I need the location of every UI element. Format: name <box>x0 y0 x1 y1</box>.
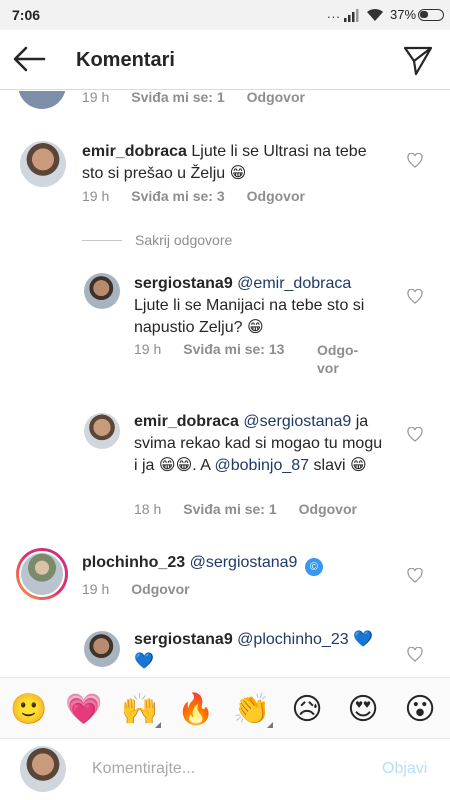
comment-text: emir_dobraca @sergiostana9 ja svima reka… <box>134 411 384 477</box>
comment-reply: sergiostana9 @plochinho_23 💙 💙 <box>0 629 450 677</box>
status-time: 7:06 <box>12 7 41 23</box>
heart-icon[interactable] <box>407 427 423 442</box>
battery-icon <box>418 9 444 21</box>
emoji-surprised-button[interactable]: 😮 <box>402 692 438 728</box>
skin-tone-indicator <box>267 722 273 728</box>
wifi-icon <box>367 8 383 21</box>
comment-time: 19 h <box>82 91 110 105</box>
page-title: Komentari <box>76 49 175 71</box>
heart-emoji: 💙 <box>134 653 154 670</box>
comment-username[interactable]: sergiostana9 <box>134 631 233 648</box>
comment-likes[interactable]: Sviđa mi se: 3 <box>131 188 224 204</box>
battery-percent: 37% <box>390 7 417 22</box>
arrow-left-icon[interactable] <box>12 44 46 74</box>
comment-composer: Komentirajte... Objavi <box>0 740 450 800</box>
status-bar: 7:06 ... 37% <box>0 0 450 30</box>
post-button[interactable]: Objavi <box>382 760 427 778</box>
comment-time: 18 h <box>134 501 162 517</box>
comment-meta: 19 h Sviđa mi se: 1 Odgovor <box>82 91 305 105</box>
comment-meta: 19 h Sviđa mi se: 3 Odgovor <box>82 188 305 204</box>
comment-time: 19 h <box>82 188 110 204</box>
emoji-heart-eyes-button[interactable]: 😍 <box>345 692 381 728</box>
app-header: Komentari <box>0 30 450 90</box>
emoji-bar: 🙂 💗 🙌 🔥 👏 😥 😍 😮 <box>0 677 450 739</box>
reply-button[interactable]: Odgo- vor <box>317 341 358 377</box>
reply-button[interactable]: Odgovor <box>247 91 305 105</box>
comment-time: 19 h <box>134 341 162 357</box>
comment-meta: 18 h Sviđa mi se: 1 Odgovor <box>134 501 357 517</box>
comment-likes[interactable]: Sviđa mi se: 1 <box>183 501 276 517</box>
comment-time: 19 h <box>82 581 110 597</box>
emoji-smile-button[interactable]: 🙂 <box>10 692 47 728</box>
reply-button[interactable]: Odgovor <box>247 188 305 204</box>
comment-partial: 19 h Sviđa mi se: 1 Odgovor <box>0 91 450 111</box>
emoji-glyph: 👏 <box>233 693 271 726</box>
heart-icon[interactable] <box>407 153 423 168</box>
comment-username[interactable]: emir_dobraca <box>134 413 239 430</box>
comment-username[interactable]: sergiostana9 <box>134 275 233 292</box>
comment-body: Ljute li se Manijaci na tebe sto si napu… <box>134 297 365 336</box>
comment-input[interactable]: Komentirajte... <box>92 760 195 778</box>
comment-mention[interactable]: @sergiostana9 <box>243 413 351 430</box>
signal-icon <box>344 9 359 22</box>
reply-label-line1: Odgo- <box>317 342 359 358</box>
comment-username[interactable]: emir_dobraca <box>82 143 187 160</box>
comment-mention[interactable]: @plochinho_23 <box>237 631 348 648</box>
comment-body: slavi 😁 <box>313 457 367 474</box>
hide-replies-label: Sakrij odgovore <box>135 232 233 248</box>
comment-text: sergiostana9 @plochinho_23 💙 💙 <box>134 629 394 673</box>
comment: emir_dobraca Ljute li se Ultrasi na tebe… <box>0 131 450 211</box>
emoji-fire-button[interactable]: 🔥 <box>177 692 214 728</box>
avatar[interactable] <box>84 273 120 309</box>
emoji-sad-button[interactable]: 😥 <box>289 692 325 728</box>
emoji-glyph: 🙌 <box>121 693 159 726</box>
my-avatar <box>20 746 66 792</box>
comment-meta: 19 h Odgovor <box>82 581 190 597</box>
heart-emoji: 💙 <box>353 631 373 648</box>
comment-text: emir_dobraca Ljute li se Ultrasi na tebe… <box>82 141 382 185</box>
comment-reply: emir_dobraca @sergiostana9 ja svima reka… <box>0 409 450 529</box>
avatar[interactable] <box>18 91 66 109</box>
comment: plochinho_23 @sergiostana9 © 19 h Odgovor <box>0 546 450 616</box>
heart-icon[interactable] <box>407 647 423 662</box>
copyright-emoji: © <box>304 558 323 576</box>
reply-label-line2: vor <box>317 360 339 376</box>
comment-mention[interactable]: @emir_dobraca <box>237 275 351 292</box>
reply-button[interactable]: Odgovor <box>131 581 189 597</box>
reply-button[interactable]: Odgovor <box>299 501 357 517</box>
comment-likes[interactable]: Sviđa mi se: 1 <box>131 91 224 105</box>
avatar[interactable] <box>16 548 68 600</box>
comment-mention[interactable]: @sergiostana9 <box>190 554 298 571</box>
avatar[interactable] <box>20 141 66 187</box>
comment-mention[interactable]: @bobinjo_87 <box>215 457 310 474</box>
comment-reply: sergiostana9 @emir_dobraca Ljute li se M… <box>0 269 450 379</box>
avatar[interactable] <box>84 631 120 667</box>
divider <box>82 240 122 241</box>
paper-plane-icon[interactable] <box>402 44 434 76</box>
comment-text: plochinho_23 @sergiostana9 © <box>82 552 382 576</box>
status-dots: ... <box>327 6 341 21</box>
comment-likes[interactable]: Sviđa mi se: 13 <box>183 341 284 357</box>
skin-tone-indicator <box>155 722 161 728</box>
emoji-clap-button[interactable]: 👏 <box>233 692 273 728</box>
heart-icon[interactable] <box>407 568 423 583</box>
comment-list[interactable]: 19 h Sviđa mi se: 1 Odgovor emir_dobraca L… <box>0 91 450 677</box>
avatar[interactable] <box>84 413 120 449</box>
emoji-raised-hands-button[interactable]: 🙌 <box>121 692 161 728</box>
heart-icon[interactable] <box>407 289 423 304</box>
comment-username[interactable]: plochinho_23 <box>82 554 185 571</box>
emoji-heart-button[interactable]: 💗 <box>65 692 102 728</box>
comment-text: sergiostana9 @emir_dobraca Ljute li se M… <box>134 273 384 339</box>
